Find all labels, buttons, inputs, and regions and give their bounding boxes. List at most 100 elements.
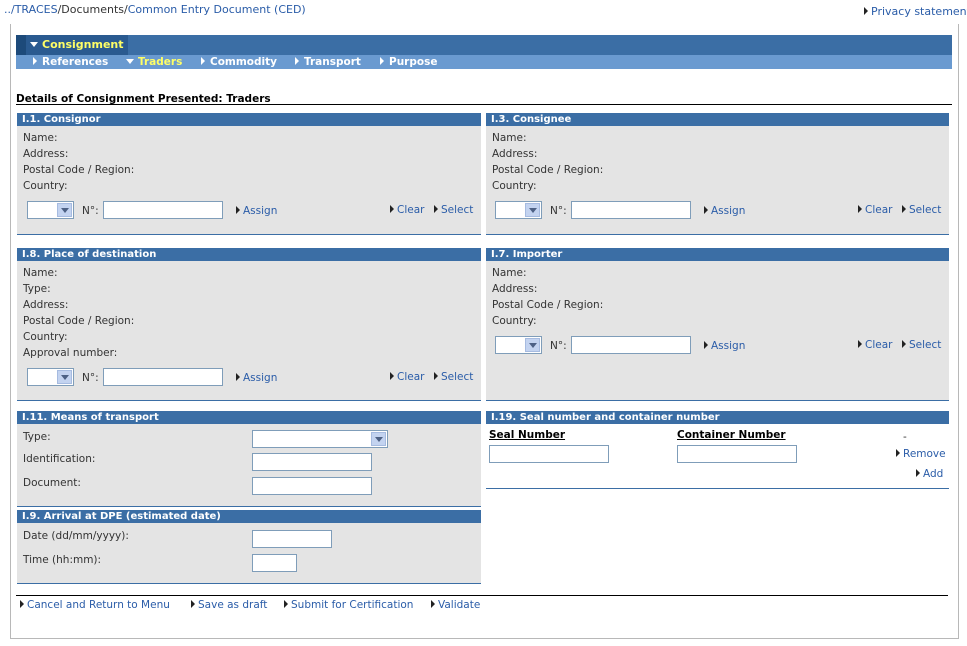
consignee-number-input[interactable] [571,201,691,219]
importer-select-link[interactable]: Select [902,339,941,351]
chevron-down-icon [525,203,540,217]
arrow-right-icon [902,340,906,348]
destination-number-input[interactable] [103,368,223,386]
importer-number-input[interactable] [571,336,691,354]
arrow-right-icon [434,205,438,213]
transport-identification-input[interactable] [252,453,372,471]
arrival-time-label: Time (hh:mm): [23,554,102,566]
cancel-return-link[interactable]: Cancel and Return to Menu [20,599,170,611]
destination-approval-label: Approval number: [23,347,118,359]
seal-remove-label: Remove [903,448,946,460]
destination-select-link[interactable]: Select [434,371,473,383]
arrow-right-icon [896,449,900,457]
container-number-input[interactable] [677,445,797,463]
breadcrumb-link-traces[interactable]: TRACES [15,3,58,16]
consignee-type-select[interactable] [495,201,542,219]
arrow-right-icon [704,206,708,214]
consignor-assign-link[interactable]: Assign [236,205,277,217]
arrow-right-icon [858,340,862,348]
privacy-statement-link[interactable]: Privacy statement [864,5,967,18]
validate-label: Validate [438,599,481,611]
tab-transport-label: Transport [304,56,361,68]
consignor-clear-link[interactable]: Clear [390,204,424,216]
consignor-number-input[interactable] [103,201,223,219]
actions-divider [16,595,948,596]
consignor-type-select[interactable] [27,201,74,219]
tab-references[interactable]: References [33,55,108,69]
menu-consignment-label: Consignment [42,38,124,51]
arrow-right-icon [20,600,24,608]
arrival-date-input[interactable] [252,530,332,548]
arrow-right-icon [704,341,708,349]
consignee-clear-link[interactable]: Clear [858,204,892,216]
tab-traders[interactable]: Traders [126,55,182,69]
destination-number-label: N°: [82,372,99,384]
arrow-right-icon [858,205,862,213]
arrow-right-icon [916,469,920,477]
arrow-right-icon [284,600,288,608]
chevron-down-icon [57,370,72,384]
consignee-select-label: Select [909,204,942,216]
submit-certification-label: Submit for Certification [291,599,414,611]
cancel-return-label: Cancel and Return to Menu [27,599,170,611]
consignee-number-label: N°: [550,205,567,217]
consignor-name-label: Name: [23,132,58,144]
arrow-right-icon [236,206,240,214]
panel-means-of-transport: I.11. Means of transport Type: Identific… [17,411,481,507]
destination-type-select[interactable] [27,368,74,386]
arrow-right-icon [236,373,240,381]
sub-menu-bar: References Traders Commodity Transport P… [16,55,952,69]
tab-transport[interactable]: Transport [295,55,361,69]
destination-name-label: Name: [23,267,58,279]
importer-type-select[interactable] [495,336,542,354]
importer-name-label: Name: [492,267,527,279]
panel-arrival-at-dpe: I.9. Arrival at DPE (estimated date) Dat… [17,510,481,584]
consignor-select-link[interactable]: Select [434,204,473,216]
arrow-right-icon [390,372,394,380]
panel-importer: I.7. Importer Name: Address: Postal Code… [486,248,949,401]
tab-references-label: References [42,56,109,68]
tab-purpose[interactable]: Purpose [380,55,437,69]
panel-importer-title: I.7. Importer [486,248,949,261]
breadcrumb-link-ced[interactable]: Common Entry Document (CED) [128,3,306,16]
importer-assign-link[interactable]: Assign [704,340,745,352]
tab-commodity[interactable]: Commodity [201,55,277,69]
consignee-select-link[interactable]: Select [902,204,941,216]
seal-add-link[interactable]: Add [916,468,943,480]
transport-type-select[interactable] [252,430,388,448]
importer-clear-link[interactable]: Clear [858,339,892,351]
seal-number-header: Seal Number [489,429,566,441]
destination-assign-link[interactable]: Assign [236,372,277,384]
arrow-right-icon [380,57,384,65]
arrow-right-icon [902,205,906,213]
importer-address-label: Address: [492,283,538,295]
seal-number-input[interactable] [489,445,609,463]
arrow-right-icon [390,205,394,213]
transport-document-label: Document: [23,477,81,489]
privacy-label: Privacy statement [871,5,967,18]
destination-clear-label: Clear [397,371,425,383]
panel-consignee: I.3. Consignee Name: Address: Postal Cod… [486,113,949,235]
consignor-clear-label: Clear [397,204,425,216]
consignee-address-label: Address: [492,148,538,160]
validate-link[interactable]: Validate [431,599,480,611]
consignee-name-label: Name: [492,132,527,144]
transport-document-input[interactable] [252,477,372,495]
arrival-time-input[interactable] [252,554,297,572]
submit-certification-link[interactable]: Submit for Certification [284,599,413,611]
importer-postal-label: Postal Code / Region: [492,299,604,311]
destination-clear-link[interactable]: Clear [390,371,424,383]
arrow-right-icon [431,600,435,608]
tab-commodity-label: Commodity [210,56,277,68]
tab-purpose-label: Purpose [389,56,438,68]
chevron-down-icon [126,59,134,64]
save-draft-link[interactable]: Save as draft [191,599,267,611]
destination-postal-label: Postal Code / Region: [23,315,135,327]
consignee-assign-link[interactable]: Assign [704,205,745,217]
consignor-assign-label: Assign [243,205,278,217]
section-divider [16,104,952,105]
seal-remove-link[interactable]: Remove [896,448,946,460]
menu-consignment[interactable]: Consignment [16,35,128,55]
importer-assign-label: Assign [711,340,746,352]
transport-identification-label: Identification: [23,453,96,465]
